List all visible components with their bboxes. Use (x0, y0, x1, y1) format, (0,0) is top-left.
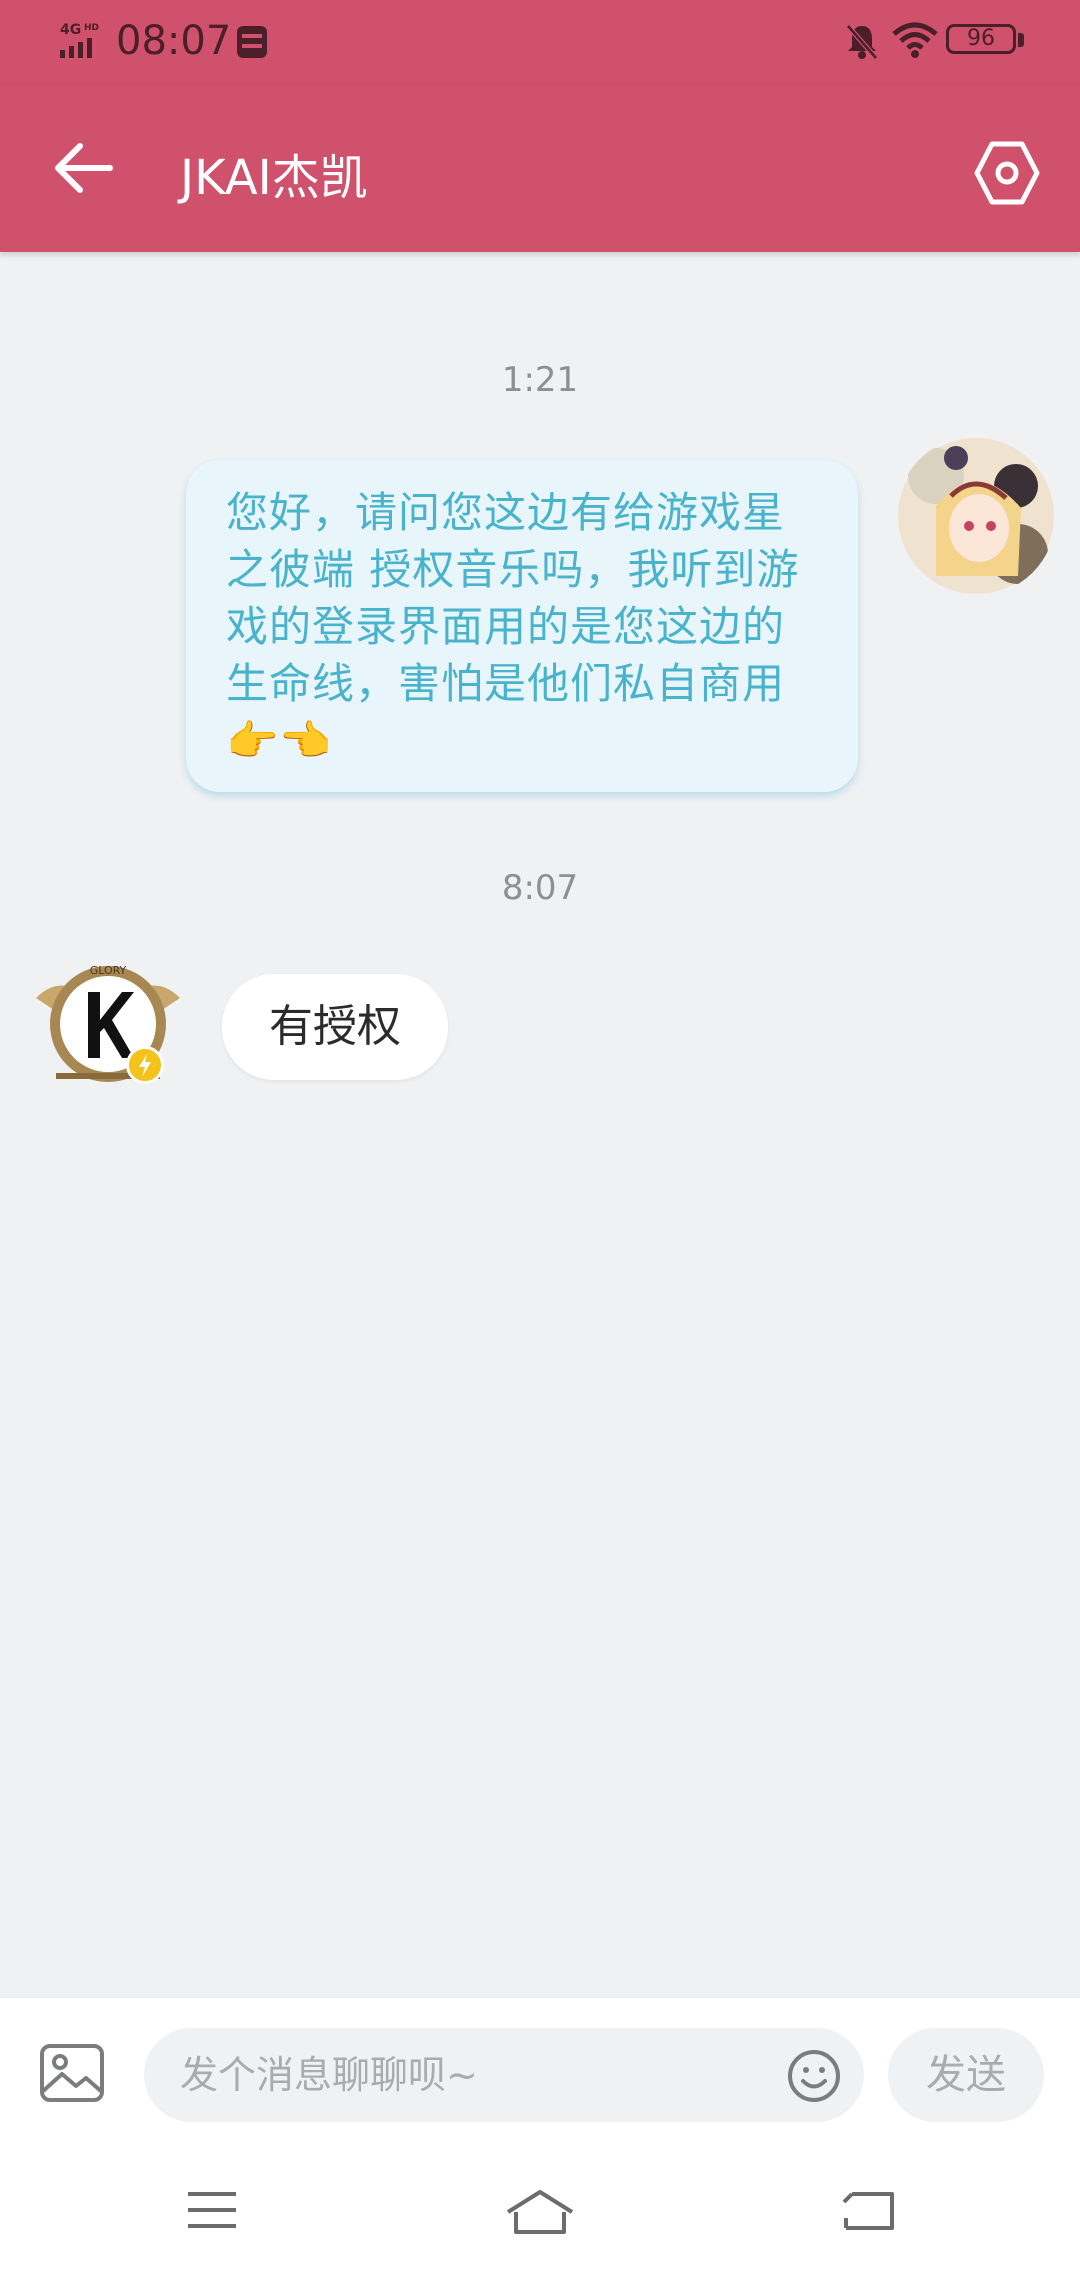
my-avatar[interactable] (896, 436, 1056, 596)
home-icon[interactable] (504, 2188, 576, 2236)
send-button[interactable]: 发送 (888, 2028, 1044, 2122)
chat-header: JKAI杰凯 (0, 84, 1080, 252)
svg-text:GLORY: GLORY (90, 964, 127, 977)
sim-card-icon (237, 26, 267, 58)
system-nav-bar (0, 2148, 1080, 2280)
battery-level: 96 (967, 26, 995, 51)
svg-text:HD: HD (84, 23, 99, 33)
incoming-message-bubble[interactable]: 有授权 (222, 974, 448, 1080)
bell-muted-icon (846, 24, 878, 60)
chat-title: JKAI杰凯 (180, 150, 368, 206)
contact-avatar[interactable]: GLORY (26, 958, 190, 1092)
outgoing-message-text: 您好，请问您这边有给游戏星之彼端 授权音乐吗，我听到游戏的登录界面用的是您这边的… (226, 488, 800, 765)
hexagon-settings-icon[interactable] (972, 138, 1042, 208)
lightning-icon (139, 1054, 151, 1077)
anime-girl-avatar-icon (898, 438, 1054, 594)
message-input[interactable]: 发个消息聊聊呗~ (144, 2028, 864, 2122)
status-bar: 4G HD 08:07 96 (0, 0, 1080, 84)
signal-icon: 4G HD (60, 22, 99, 58)
jkai-logo-avatar-icon: GLORY (36, 964, 180, 1082)
message-timestamp: 8:07 (501, 868, 579, 908)
wifi-icon (892, 22, 938, 58)
status-time: 08:07 (116, 18, 232, 64)
back-nav-icon[interactable] (842, 2188, 896, 2232)
message-input-bar: 发个消息聊聊呗~ 发送 (0, 1998, 1080, 2148)
arrow-left-icon[interactable] (52, 140, 116, 196)
smiley-icon[interactable] (786, 2048, 842, 2104)
menu-icon[interactable] (186, 2188, 238, 2232)
message-timestamp: 1:21 (501, 360, 579, 400)
battery-icon: 96 (946, 24, 1026, 58)
outgoing-message-bubble[interactable]: 您好，请问您这边有给游戏星之彼端 授权音乐吗，我听到游戏的登录界面用的是您这边的… (186, 460, 858, 792)
svg-text:4G: 4G (60, 22, 81, 38)
verified-badge (126, 1046, 164, 1084)
image-icon[interactable] (38, 2042, 106, 2104)
